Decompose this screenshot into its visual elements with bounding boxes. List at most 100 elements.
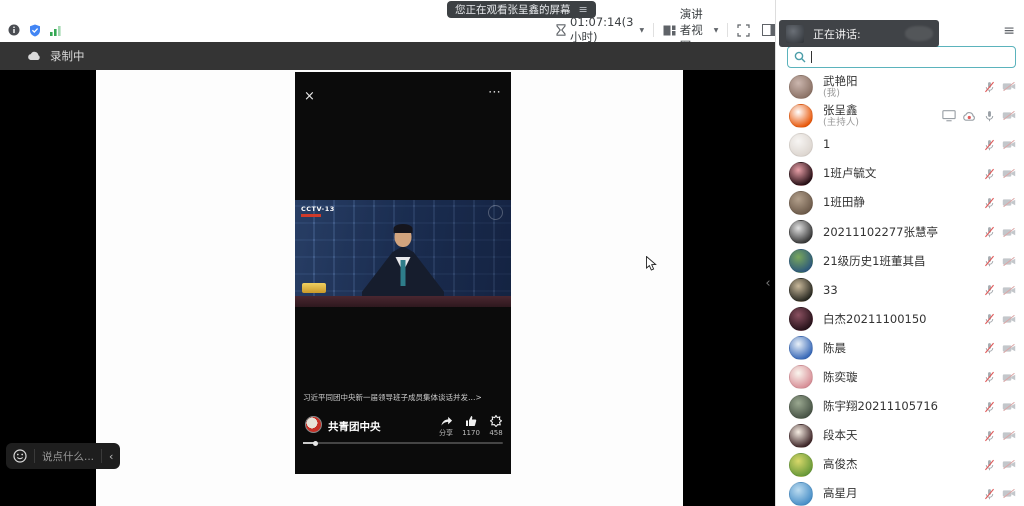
cam-off-icon[interactable] — [1002, 167, 1016, 181]
participant-row[interactable]: 陈奕璇 — [776, 363, 1024, 392]
cam-off-icon[interactable] — [1002, 458, 1016, 472]
chat-collapse-icon[interactable]: ‹ — [109, 450, 113, 463]
video-more-icon[interactable]: ⋯ — [488, 85, 502, 100]
cloud-record-icon[interactable] — [962, 109, 976, 123]
mic-off-icon[interactable] — [982, 341, 996, 355]
participant-controls — [982, 487, 1016, 501]
meeting-timer[interactable]: 01:07:14(3小时) ▼ — [556, 15, 644, 45]
cam-off-icon[interactable] — [1002, 254, 1016, 268]
participant-avatar — [789, 365, 813, 389]
cam-off-icon[interactable] — [1002, 400, 1016, 414]
participant-controls — [982, 341, 1016, 355]
cam-off-icon[interactable] — [1002, 225, 1016, 239]
participant-name: 高星月 — [823, 487, 972, 500]
video-close-icon[interactable]: × — [304, 90, 315, 103]
participant-controls — [982, 458, 1016, 472]
participant-avatar — [789, 162, 813, 186]
stage-collapse-handle[interactable]: ‹ — [761, 270, 775, 296]
participant-info: 张呈鑫 (主持人) — [823, 104, 932, 128]
meeting-info-icon[interactable] — [8, 24, 20, 36]
participant-name: 白杰20211100150 — [823, 313, 972, 326]
cam-off-icon[interactable] — [1002, 109, 1016, 123]
mic-off-icon[interactable] — [982, 225, 996, 239]
cam-off-icon[interactable] — [1002, 487, 1016, 501]
chat-input-placeholder[interactable]: 说点什么... — [42, 449, 94, 464]
mic-off-icon[interactable] — [982, 138, 996, 152]
view-caret-icon: ▼ — [714, 27, 719, 34]
phone-video-player[interactable]: × ⋯ CCTV-13 习近平同团中央新一届领导班子成员集体谈话并发…> 共青团… — [295, 72, 511, 474]
participant-list[interactable]: 武艳阳 (我) 张呈鑫 (主持人) 1 1班卢毓文 1班田静 — [776, 72, 1024, 506]
channel-logo: CCTV-13 — [301, 205, 335, 217]
video-progress-bar[interactable] — [303, 442, 503, 444]
emoji-icon[interactable] — [13, 449, 27, 463]
mic-off-icon[interactable] — [982, 429, 996, 443]
participant-row[interactable]: 武艳阳 (我) — [776, 72, 1024, 101]
security-shield-icon[interactable] — [29, 24, 41, 37]
participant-info: 陈宇翔20211105716 — [823, 400, 972, 413]
toolbar: 01:07:14(3小时) ▼ 演讲者视图 ▼ — [0, 18, 775, 42]
participant-controls — [982, 429, 1016, 443]
cam-off-icon[interactable] — [1002, 341, 1016, 355]
participant-row[interactable]: 33 — [776, 276, 1024, 305]
mic-on-icon[interactable] — [982, 109, 996, 123]
cam-off-icon[interactable] — [1002, 138, 1016, 152]
participant-controls — [942, 109, 1016, 123]
participant-row[interactable]: 1班卢毓文 — [776, 159, 1024, 188]
favorite-icon — [483, 414, 509, 427]
participant-info: 段本天 — [823, 429, 972, 442]
mic-off-icon[interactable] — [982, 196, 996, 210]
like-count: 1170 — [458, 429, 484, 437]
like-action[interactable]: 1170 — [458, 414, 484, 437]
participant-row[interactable]: 张呈鑫 (主持人) — [776, 101, 1024, 130]
cam-off-icon[interactable] — [1002, 312, 1016, 326]
mic-off-icon[interactable] — [982, 458, 996, 472]
participant-search-input[interactable] — [787, 46, 1016, 68]
participant-avatar — [789, 395, 813, 419]
participant-controls — [982, 167, 1016, 181]
participant-row[interactable]: 20211102277张慧亭 — [776, 217, 1024, 246]
participant-name: 1班卢毓文 — [823, 167, 972, 180]
side-panel-toggle-icon[interactable] — [762, 24, 775, 36]
fullscreen-icon[interactable] — [737, 24, 750, 37]
cam-off-icon[interactable] — [1002, 370, 1016, 384]
mic-off-icon[interactable] — [982, 312, 996, 326]
participant-controls — [982, 196, 1016, 210]
participant-controls — [982, 370, 1016, 384]
participant-row[interactable]: 21级历史1班董其昌 — [776, 247, 1024, 276]
participant-name: 20211102277张慧亭 — [823, 226, 972, 239]
participant-row[interactable]: 高俊杰 — [776, 450, 1024, 479]
share-action[interactable]: 分享 — [433, 414, 459, 437]
participant-row[interactable]: 段本天 — [776, 421, 1024, 450]
account-name[interactable]: 共青团中央 — [328, 419, 381, 434]
sidebar-menu-icon[interactable]: ≡ — [1003, 24, 1015, 38]
cam-off-icon[interactable] — [1002, 429, 1016, 443]
mic-off-icon[interactable] — [982, 254, 996, 268]
mic-off-icon[interactable] — [982, 487, 996, 501]
mic-off-icon[interactable] — [982, 283, 996, 297]
participant-info: 33 — [823, 284, 972, 297]
mic-off-icon[interactable] — [982, 370, 996, 384]
mic-off-icon[interactable] — [982, 400, 996, 414]
participant-row[interactable]: 陈宇翔20211105716 — [776, 392, 1024, 421]
participant-row[interactable]: 高星月 — [776, 479, 1024, 506]
participant-name: 段本天 — [823, 429, 972, 442]
mic-off-icon[interactable] — [982, 167, 996, 181]
participant-row[interactable]: 1班田静 — [776, 188, 1024, 217]
participant-row[interactable]: 1 — [776, 130, 1024, 159]
participant-row[interactable]: 陈晨 — [776, 334, 1024, 363]
cam-off-icon[interactable] — [1002, 283, 1016, 297]
news-video-frame[interactable]: CCTV-13 — [295, 200, 511, 307]
network-signal-icon[interactable] — [50, 24, 64, 36]
cam-off-icon[interactable] — [1002, 80, 1016, 94]
participant-name: 张呈鑫 — [823, 104, 932, 117]
account-avatar[interactable] — [305, 416, 322, 433]
favorite-action[interactable]: 458 — [483, 414, 509, 437]
participant-avatar — [789, 249, 813, 273]
cam-off-icon[interactable] — [1002, 196, 1016, 210]
participant-avatar — [789, 336, 813, 360]
participant-row[interactable]: 白杰20211100150 — [776, 305, 1024, 334]
progress-knob[interactable] — [313, 441, 318, 446]
screen-share-icon[interactable] — [942, 109, 956, 123]
mic-off-icon[interactable] — [982, 80, 996, 94]
chat-input-pill[interactable]: 说点什么... ‹ — [6, 443, 120, 469]
